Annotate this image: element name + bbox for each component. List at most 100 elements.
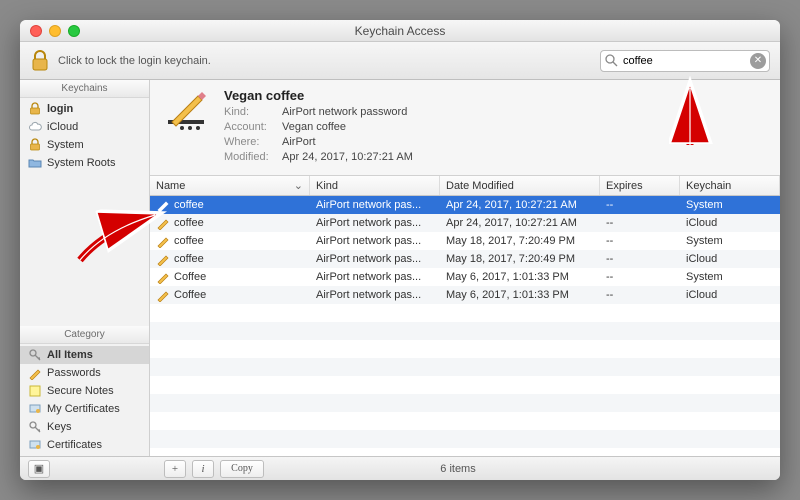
key-icon <box>28 348 42 362</box>
row-kind: AirPort network pas... <box>310 253 440 265</box>
row-kind: AirPort network pas... <box>310 235 440 247</box>
keychain-item-system[interactable]: System <box>20 136 149 154</box>
col-name[interactable]: Name⌄ <box>150 176 310 195</box>
pencil-icon <box>156 270 170 284</box>
search-icon <box>605 54 618 70</box>
row-kind: AirPort network pas... <box>310 199 440 211</box>
keychain-label: iCloud <box>47 121 78 133</box>
lock-small-orange-icon <box>28 138 42 152</box>
row-keychain: System <box>680 271 780 283</box>
row-date: May 18, 2017, 7:20:49 PM <box>440 235 600 247</box>
row-expires: -- <box>600 199 680 211</box>
category-item-secure-notes[interactable]: Secure Notes <box>20 382 149 400</box>
titlebar: Keychain Access <box>20 20 780 42</box>
category-label: Passwords <box>47 367 101 379</box>
category-item-certificates[interactable]: Certificates <box>20 436 149 454</box>
keychains-header: Keychains <box>20 80 149 98</box>
category-item-all-items[interactable]: All Items <box>20 346 149 364</box>
row-expires: -- <box>600 253 680 265</box>
row-kind: AirPort network pas... <box>310 217 440 229</box>
search-input[interactable] <box>600 50 770 72</box>
row-date: May 6, 2017, 1:01:33 PM <box>440 289 600 301</box>
add-item-button[interactable]: + <box>164 460 186 478</box>
row-date: May 18, 2017, 7:20:49 PM <box>440 253 600 265</box>
note-icon <box>28 384 42 398</box>
row-name: Coffee <box>174 271 206 283</box>
keychain-item-system-roots[interactable]: System Roots <box>20 154 149 172</box>
row-name: coffee <box>174 199 204 211</box>
keychain-label: System <box>47 139 84 151</box>
sort-indicator-icon: ⌄ <box>294 179 303 192</box>
table-row[interactable]: CoffeeAirPort network pas...May 6, 2017,… <box>150 286 780 304</box>
keychain-item-login[interactable]: login <box>20 100 149 118</box>
lock-keychain-button[interactable] <box>30 50 50 72</box>
col-keychain[interactable]: Keychain <box>680 176 780 195</box>
search-field[interactable]: ✕ <box>600 50 770 72</box>
keychain-access-window: Keychain Access Click to lock the login … <box>20 20 780 480</box>
row-keychain: iCloud <box>680 289 780 301</box>
pencil-icon <box>28 366 42 380</box>
row-keychain: iCloud <box>680 217 780 229</box>
category-label: Keys <box>47 421 71 433</box>
row-kind: AirPort network pas... <box>310 271 440 283</box>
account-value: Vegan coffee <box>282 120 346 135</box>
pencil-icon <box>156 288 170 302</box>
table-row[interactable]: coffee AirPort network pas...Apr 24, 2017… <box>150 196 780 214</box>
account-label: Account: <box>224 120 278 135</box>
table-body: coffeeAirPort network pas...Apr 24, 2017… <box>150 196 780 456</box>
category-item-passwords[interactable]: Passwords <box>20 364 149 382</box>
col-kind[interactable]: Kind <box>310 176 440 195</box>
keychain-item-icloud[interactable]: iCloud <box>20 118 149 136</box>
row-date: Apr 24, 2017, 10:27:21 AM <box>440 199 600 211</box>
table-row[interactable]: coffee AirPort network pas...May 18, 2017… <box>150 250 780 268</box>
info-button[interactable]: i <box>192 460 214 478</box>
modified-value: Apr 24, 2017, 10:27:21 AM <box>282 150 413 165</box>
cert-icon <box>28 402 42 416</box>
kind-value: AirPort network password <box>282 105 407 120</box>
row-expires: -- <box>600 217 680 229</box>
row-expires: -- <box>600 235 680 247</box>
pencil-icon <box>156 216 170 230</box>
item-title: Vegan coffee <box>224 88 413 103</box>
category-label: All Items <box>47 349 93 361</box>
table-row[interactable]: coffee AirPort network pas...May 18, 2017… <box>150 232 780 250</box>
item-type-icon <box>162 88 210 136</box>
col-expires[interactable]: Expires <box>600 176 680 195</box>
cloud-icon <box>28 120 42 134</box>
row-expires: -- <box>600 289 680 301</box>
toolbar: Click to lock the login keychain. ✕ <box>20 42 780 80</box>
table-row[interactable]: Coffee AirPort network pas...May 6, 2017,… <box>150 268 780 286</box>
pencil-icon <box>156 234 170 248</box>
row-date: Apr 24, 2017, 10:27:21 AM <box>440 217 600 229</box>
key-icon <box>28 420 42 434</box>
row-name: coffee <box>174 253 204 265</box>
pencil-icon <box>156 198 170 212</box>
item-detail-pane: Vegan coffee Kind: AirPort network passwo… <box>150 80 780 176</box>
table-header: Name⌄ Kind Date Modified Expires Keychai… <box>150 176 780 196</box>
item-detail-info: Vegan coffee Kind: AirPort network passwo… <box>224 88 413 165</box>
row-expires: -- <box>600 271 680 283</box>
row-keychain: System <box>680 235 780 247</box>
category-item-my-certificates[interactable]: My Certificates <box>20 400 149 418</box>
body: Keychains loginiCloudSystemSystem Roots … <box>20 80 780 456</box>
category-label: Secure Notes <box>47 385 114 397</box>
where-label: Where: <box>224 135 278 150</box>
category-header: Category <box>20 326 149 344</box>
col-date-modified[interactable]: Date Modified <box>440 176 600 195</box>
row-kind: AirPort network pas... <box>310 289 440 301</box>
status-bar: ▣ + i Copy 6 items <box>20 456 780 480</box>
category-label: My Certificates <box>47 403 120 415</box>
modified-label: Modified: <box>224 150 278 165</box>
row-name: coffee <box>174 235 204 247</box>
sidebar-toggle-button[interactable]: ▣ <box>28 460 50 478</box>
kind-label: Kind: <box>224 105 278 120</box>
keychain-label: login <box>47 103 73 115</box>
keychains-list: login iCloud System System Roots <box>20 98 149 174</box>
copy-button[interactable]: Copy <box>220 460 264 478</box>
table-row[interactable]: coffee AirPort network pas...Apr 24, 2017… <box>150 214 780 232</box>
row-name: coffee <box>174 217 204 229</box>
category-item-keys[interactable]: Keys <box>20 418 149 436</box>
row-date: May 6, 2017, 1:01:33 PM <box>440 271 600 283</box>
clear-search-button[interactable]: ✕ <box>750 53 766 69</box>
sidebar: Keychains loginiCloudSystemSystem Roots … <box>20 80 150 456</box>
